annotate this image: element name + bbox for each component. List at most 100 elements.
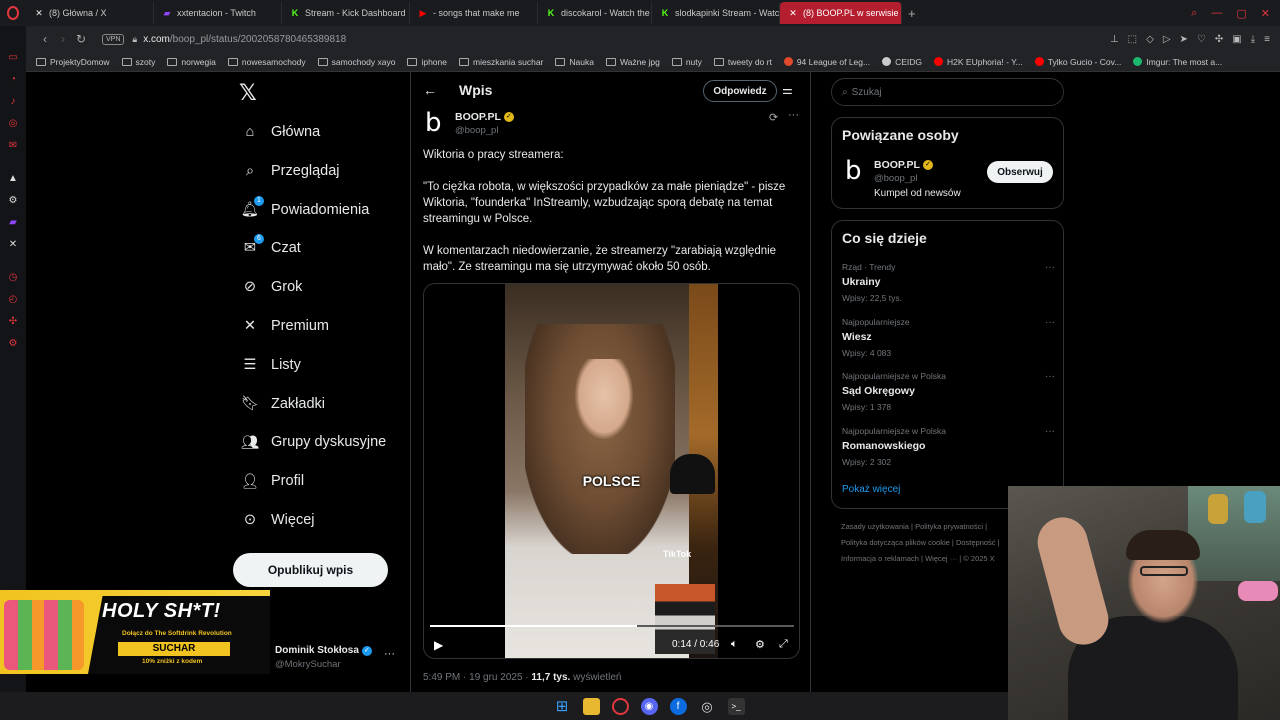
discord-icon[interactable]: ◉ bbox=[640, 697, 658, 715]
settings-sidebar-icon[interactable]: ⚙ bbox=[7, 195, 19, 207]
search-tabs-icon[interactable]: ⌕ bbox=[1191, 7, 1197, 20]
related-avatar[interactable]: b bbox=[845, 158, 867, 186]
bookmark-item[interactable]: tweety do rt bbox=[713, 57, 772, 67]
bookmark-item[interactable]: Ważne jpg bbox=[605, 57, 660, 67]
browser-tab[interactable]: Kslodkapinki Stream - Watc bbox=[652, 2, 780, 24]
account-name[interactable]: Dominik Stokłosa ✓ bbox=[275, 645, 372, 656]
bookmark-item[interactable]: nuty bbox=[671, 57, 702, 67]
bookmark-item[interactable]: mieszkania suchar bbox=[459, 57, 543, 67]
instagram-icon[interactable]: ◎ bbox=[7, 118, 19, 130]
bookmark-item[interactable]: Imgur: The most a... bbox=[1133, 57, 1222, 67]
author-handle[interactable]: @boop_pl bbox=[455, 125, 498, 136]
extensions-sidebar-icon[interactable]: ✣ bbox=[7, 316, 19, 328]
back-arrow-icon[interactable]: ← bbox=[423, 82, 437, 98]
bookmark-item[interactable]: H2K EUphoria! - Y... bbox=[934, 57, 1023, 67]
play-icon[interactable]: ▷ bbox=[1163, 34, 1171, 45]
x-sidebar-icon[interactable]: ✕ bbox=[7, 239, 19, 251]
account-menu-icon[interactable]: ··· bbox=[384, 648, 395, 660]
follow-button[interactable]: Obserwuj bbox=[987, 161, 1053, 183]
nav-item-bookmark[interactable]: 🔖︎ Zakładki bbox=[240, 392, 325, 416]
heart-icon[interactable]: ♡ bbox=[1197, 34, 1206, 45]
url-field[interactable]: x.com/boop_pl/status/2002058780465389818 bbox=[143, 34, 346, 45]
reply-button[interactable]: Odpowiedz bbox=[703, 80, 777, 102]
trend-more-icon[interactable]: ··· bbox=[1045, 262, 1055, 273]
trend-item[interactable]: Najpopularniejsze w Polska Sąd Okręgowy Wp… bbox=[842, 371, 1055, 412]
menu-icon[interactable]: ≡ bbox=[1264, 34, 1270, 45]
trend-more-icon[interactable]: ··· bbox=[1045, 426, 1055, 437]
send-icon[interactable]: ➤ bbox=[1180, 34, 1188, 45]
x-logo-icon[interactable]: 𝕏 bbox=[239, 80, 257, 106]
video-progress-bar[interactable] bbox=[430, 625, 794, 627]
nav-item-more-circle[interactable]: ⊙ Więcej bbox=[240, 508, 315, 532]
back-icon[interactable]: ‹ bbox=[36, 32, 54, 46]
browser-tab[interactable]: ▰ xxtentacion - Twitch bbox=[154, 2, 282, 24]
nav-item-x[interactable]: ✕ Premium bbox=[240, 314, 329, 338]
nav-item-mail[interactable]: ✉ 6 Czat bbox=[240, 234, 301, 260]
download-icon[interactable]: ⤓ bbox=[1251, 34, 1255, 45]
video-settings-icon[interactable]: ⚙ bbox=[755, 638, 765, 651]
volume-icon[interactable]: 🔈︎ bbox=[731, 638, 738, 651]
nav-item-bell[interactable]: 🔔︎ 1 Powiadomienia bbox=[240, 195, 369, 222]
nav-item-grok[interactable]: ⊘ Grok bbox=[240, 275, 303, 299]
bookmark-item[interactable]: Nauka bbox=[555, 57, 594, 67]
publish-post-button[interactable]: Opublikuj wpis bbox=[233, 553, 388, 587]
nav-item-home[interactable]: ⌂ Główna bbox=[240, 120, 321, 144]
show-more-link[interactable]: Pokaż więcej bbox=[842, 484, 900, 495]
reload-icon[interactable]: ↻ bbox=[72, 32, 90, 46]
snapshot-icon[interactable]: ⬚ bbox=[1128, 34, 1137, 45]
aria-icon[interactable]: ◔ bbox=[7, 74, 19, 86]
forward-icon[interactable]: › bbox=[54, 32, 72, 46]
video-player[interactable]: POLSCE TikTok ▶ 0:14 / 0:46 🔈︎ ⚙ ⤢ bbox=[423, 283, 800, 659]
nav-item-list[interactable]: ☰ Listy bbox=[240, 353, 301, 377]
bookmark-item[interactable]: CEIDG bbox=[882, 57, 922, 67]
browser-tab[interactable]: ✕ (8) Główna / X bbox=[26, 2, 154, 24]
history-icon[interactable]: ◷ bbox=[7, 272, 19, 284]
windows-start-icon[interactable]: ⊞ bbox=[554, 698, 571, 715]
trend-more-icon[interactable]: ··· bbox=[1045, 371, 1055, 382]
play-icon[interactable]: ▶ bbox=[434, 638, 443, 652]
gear-icon[interactable]: ⚙ bbox=[7, 338, 19, 350]
author-name[interactable]: BOOP.PL ✓ bbox=[455, 111, 514, 123]
file-explorer-icon[interactable] bbox=[582, 697, 600, 715]
gmail-icon[interactable]: ✉ bbox=[7, 140, 19, 152]
obs-icon[interactable]: ◎ bbox=[699, 698, 716, 715]
messenger-icon[interactable]: ▭ bbox=[7, 52, 19, 64]
trend-more-icon[interactable]: ··· bbox=[1045, 317, 1055, 328]
bookmark-item[interactable]: Tylko Gucio - Cov... bbox=[1034, 57, 1121, 67]
shield-icon[interactable]: ◇ bbox=[1146, 34, 1154, 45]
bookmark-item[interactable]: norwegia bbox=[167, 57, 216, 67]
opera-logo-icon[interactable] bbox=[0, 0, 26, 26]
related-handle[interactable]: @boop_pl bbox=[874, 173, 917, 184]
new-tab-icon[interactable]: + bbox=[902, 6, 922, 21]
post-more-icon[interactable]: ··· bbox=[788, 109, 799, 121]
trend-item[interactable]: Rząd · Trendy Ukrainy Wpisy: 22,5 tys. ··· bbox=[842, 262, 1055, 303]
footer-link[interactable]: Więcej ··· bbox=[925, 554, 957, 563]
nav-item-search[interactable]: ⌕ Przeglądaj bbox=[240, 159, 340, 183]
grok-explain-icon[interactable]: ⟳ bbox=[769, 111, 778, 124]
bookmark-item[interactable]: samochody xayo bbox=[317, 57, 395, 67]
bookmark-item[interactable]: szoty bbox=[121, 57, 155, 67]
bookmark-item[interactable]: nowesamochody bbox=[227, 57, 306, 67]
nav-item-people[interactable]: 👥︎ Grupy dyskusyjne bbox=[240, 430, 386, 454]
footer-link[interactable]: Polityka dotycząca plików cookie bbox=[841, 538, 950, 547]
kick-sidebar-icon[interactable]: ▲ bbox=[7, 173, 19, 185]
filter-settings-icon[interactable]: ⚌ bbox=[782, 83, 793, 97]
clock-icon[interactable]: ◴ bbox=[7, 294, 19, 306]
related-name[interactable]: BOOP.PL ✓ bbox=[874, 159, 933, 171]
wallet-icon[interactable]: ▣ bbox=[1232, 34, 1241, 45]
trend-item[interactable]: Najpopularniejsze Wiesz Wpisy: 4 083 ··· bbox=[842, 317, 1055, 358]
footer-link[interactable]: Informacja o reklamach bbox=[841, 554, 919, 563]
trend-item[interactable]: Najpopularniejsze w Polska Romanowskiego W… bbox=[842, 426, 1055, 467]
opera-taskbar-icon[interactable] bbox=[611, 697, 629, 715]
maximize-icon[interactable]: ▢ bbox=[1236, 7, 1246, 20]
minimize-icon[interactable]: — bbox=[1211, 7, 1222, 20]
browser-tab[interactable]: ▶ - songs that make me bbox=[410, 2, 538, 24]
bookmark-item[interactable]: ProjektyDomow bbox=[36, 57, 110, 67]
browser-tab[interactable]: ✕ (8) BOOP.PL w serwisie X bbox=[780, 2, 902, 24]
bookmark-item[interactable]: 94 League of Leg... bbox=[783, 57, 870, 67]
nav-item-person[interactable]: 👤︎ Profil bbox=[240, 469, 304, 493]
footer-link[interactable]: © 2025 X bbox=[963, 554, 994, 563]
extensions-icon[interactable]: ✣ bbox=[1215, 34, 1223, 45]
footer-link[interactable]: Dostępność bbox=[956, 538, 996, 547]
fullscreen-icon[interactable]: ⤢ bbox=[779, 638, 788, 651]
